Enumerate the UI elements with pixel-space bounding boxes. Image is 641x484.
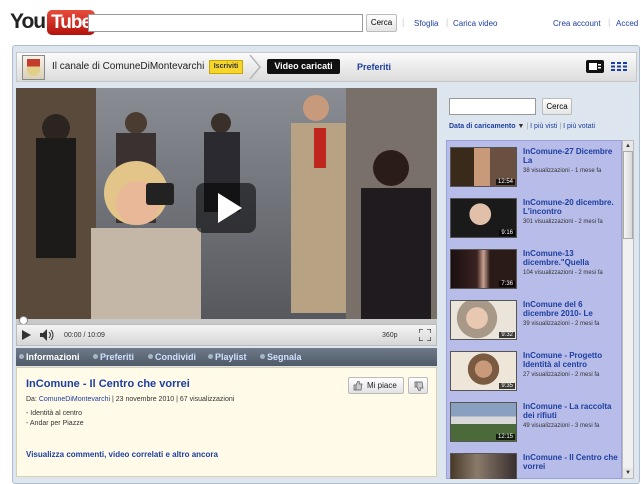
sort-bar: Data di caricamento ▼ | I più visti | I …	[449, 123, 595, 130]
description-line: - Andar per Piazze	[26, 420, 84, 427]
list-item[interactable]: 12:54 InComune-27 Dicembre La 38 visuali…	[450, 147, 622, 197]
upload-link[interactable]: Carica video	[453, 19, 497, 28]
tab-info[interactable]: Informazioni	[26, 352, 80, 362]
list-item[interactable]: 9:32 InComune del 6 dicembre 2010- Le 39…	[450, 300, 622, 350]
list-item[interactable]: 9:35 InComune - Progetto Identità al cen…	[450, 351, 622, 401]
video-meta: 104 visualizzazioni - 2 mesi fa	[523, 270, 603, 276]
video-title-link[interactable]: InComune - Il Centro che vorrei	[523, 453, 619, 471]
coat-of-arms-icon	[27, 59, 40, 76]
list-item[interactable]: 9:16 InComune-20 dicembre. L'incontro 30…	[450, 198, 622, 248]
chevron-right-icon	[249, 54, 261, 80]
video-player[interactable]	[16, 88, 437, 324]
duration-badge: 9:35	[499, 383, 515, 389]
video-thumbnail[interactable]: 7:36	[450, 249, 517, 289]
video-title-link[interactable]: InComune - Progetto Identità al centro	[523, 351, 619, 369]
channel-name[interactable]: Il canale di ComuneDiMontevarchi	[52, 61, 204, 72]
browse-link[interactable]: Sfoglia	[414, 19, 438, 28]
video-title: InComune - Il Centro che vorrei	[26, 378, 190, 390]
channel-search-button[interactable]: Cerca	[542, 98, 572, 115]
scroll-down-icon[interactable]: ▼	[623, 468, 633, 478]
list-item[interactable]: InComune - Il Centro che vorrei	[450, 453, 622, 479]
time-display: 00:00 / 10:09	[64, 332, 105, 339]
description-line: - Identità al centro	[26, 410, 83, 417]
tab-report[interactable]: Segnala	[267, 352, 302, 362]
video-title-link[interactable]: InComune-13 dicembre."Quella	[523, 249, 619, 267]
duration-badge: 12:54	[495, 179, 515, 185]
tab-playlist[interactable]: Playlist	[215, 352, 247, 362]
play-icon[interactable]	[22, 330, 31, 340]
thumbs-down-icon	[414, 381, 424, 391]
meta-details: | 23 novembre 2010 | 67 visualizzazioni	[110, 396, 235, 403]
list-item[interactable]: 7:36 InComune-13 dicembre."Quella 104 vi…	[450, 249, 622, 299]
grid-view-icon[interactable]	[611, 62, 627, 71]
list-item[interactable]: 12:15 InComune - La raccolta dei rifiuti…	[450, 402, 622, 452]
video-thumbnail[interactable]: 9:35	[450, 351, 517, 391]
sort-top-rated[interactable]: I più votati	[563, 123, 595, 130]
video-thumbnail[interactable]: 12:54	[450, 147, 517, 187]
search-input[interactable]	[88, 14, 363, 32]
volume-icon[interactable]	[40, 329, 56, 341]
video-title-link[interactable]: InComune del 6 dicembre 2010- Le	[523, 300, 619, 318]
duration-badge: 12:15	[495, 434, 515, 440]
tab-favorites[interactable]: Preferiti	[357, 62, 391, 72]
video-meta: 38 visualizzazioni - 1 mese fa	[523, 168, 602, 174]
chevron-down-icon: ▼	[517, 123, 525, 130]
author-link[interactable]: ComuneDiMontevarchi	[39, 396, 110, 403]
video-thumbnail[interactable]: 12:15	[450, 402, 517, 442]
like-button[interactable]: Mi piace	[348, 377, 404, 394]
video-thumbnail[interactable]	[450, 453, 517, 479]
divider: |	[559, 123, 562, 130]
tab-uploaded-videos[interactable]: Video caricati	[267, 59, 340, 74]
quality-selector[interactable]: 360p	[382, 332, 398, 339]
bullet-icon	[19, 354, 24, 359]
video-description: - Identità al centro - Andar per Piazze	[26, 409, 84, 429]
dislike-button[interactable]	[408, 377, 428, 394]
search-button[interactable]: Cerca	[366, 14, 397, 32]
sort-most-viewed[interactable]: I più visti	[530, 123, 557, 130]
tab-share[interactable]: Condividi	[155, 352, 196, 362]
duration-badge: 9:16	[499, 230, 515, 236]
scrollbar-thumb[interactable]	[623, 151, 633, 239]
video-title-link[interactable]: InComune-20 dicembre. L'incontro	[523, 198, 619, 216]
subscribe-button[interactable]: Iscriviti	[209, 60, 243, 74]
video-meta: Da: ComuneDiMontevarchi | 23 novembre 20…	[26, 396, 234, 403]
divider: |	[402, 17, 405, 27]
channel-search-input[interactable]	[449, 98, 536, 115]
logo-you-text: You	[10, 10, 46, 33]
fullscreen-icon[interactable]	[419, 329, 431, 341]
youtube-logo[interactable]: You Tube	[10, 8, 96, 36]
sign-in-link[interactable]: Acced	[616, 19, 638, 28]
divider: |	[608, 17, 611, 27]
show-more-link[interactable]: Visualizza commenti, video correlati e a…	[26, 450, 218, 459]
bullet-icon	[208, 354, 213, 359]
video-thumbnail[interactable]: 9:16	[450, 198, 517, 238]
bullet-icon	[148, 354, 153, 359]
scroll-up-icon[interactable]: ▲	[623, 141, 633, 151]
video-meta: 39 visualizzazioni - 2 mesi fa	[523, 321, 600, 327]
bullet-icon	[260, 354, 265, 359]
divider: |	[446, 17, 449, 27]
video-thumbnail[interactable]: 9:32	[450, 300, 517, 340]
tab-favorites-info[interactable]: Preferiti	[100, 352, 134, 362]
like-label: Mi piace	[367, 381, 397, 390]
divider: |	[526, 123, 529, 130]
video-title-link[interactable]: InComune-27 Dicembre La	[523, 147, 619, 165]
duration-badge: 9:32	[499, 332, 515, 338]
video-title-link[interactable]: InComune - La raccolta dei rifiuti	[523, 402, 619, 420]
video-meta: 301 visualizzazioni - 2 mesi fa	[523, 219, 603, 225]
player-view-icon[interactable]	[586, 60, 604, 73]
video-meta: 49 visualizzazioni - 3 mesi fa	[523, 423, 600, 429]
create-account-link[interactable]: Crea account	[553, 19, 601, 28]
meta-prefix: Da:	[26, 396, 39, 403]
duration-badge: 7:36	[499, 281, 515, 287]
thumbs-up-icon	[353, 381, 363, 391]
bullet-icon	[93, 354, 98, 359]
video-meta: 27 visualizzazioni - 2 mesi fa	[523, 372, 600, 378]
sort-by-date[interactable]: Data di caricamento	[449, 123, 516, 130]
